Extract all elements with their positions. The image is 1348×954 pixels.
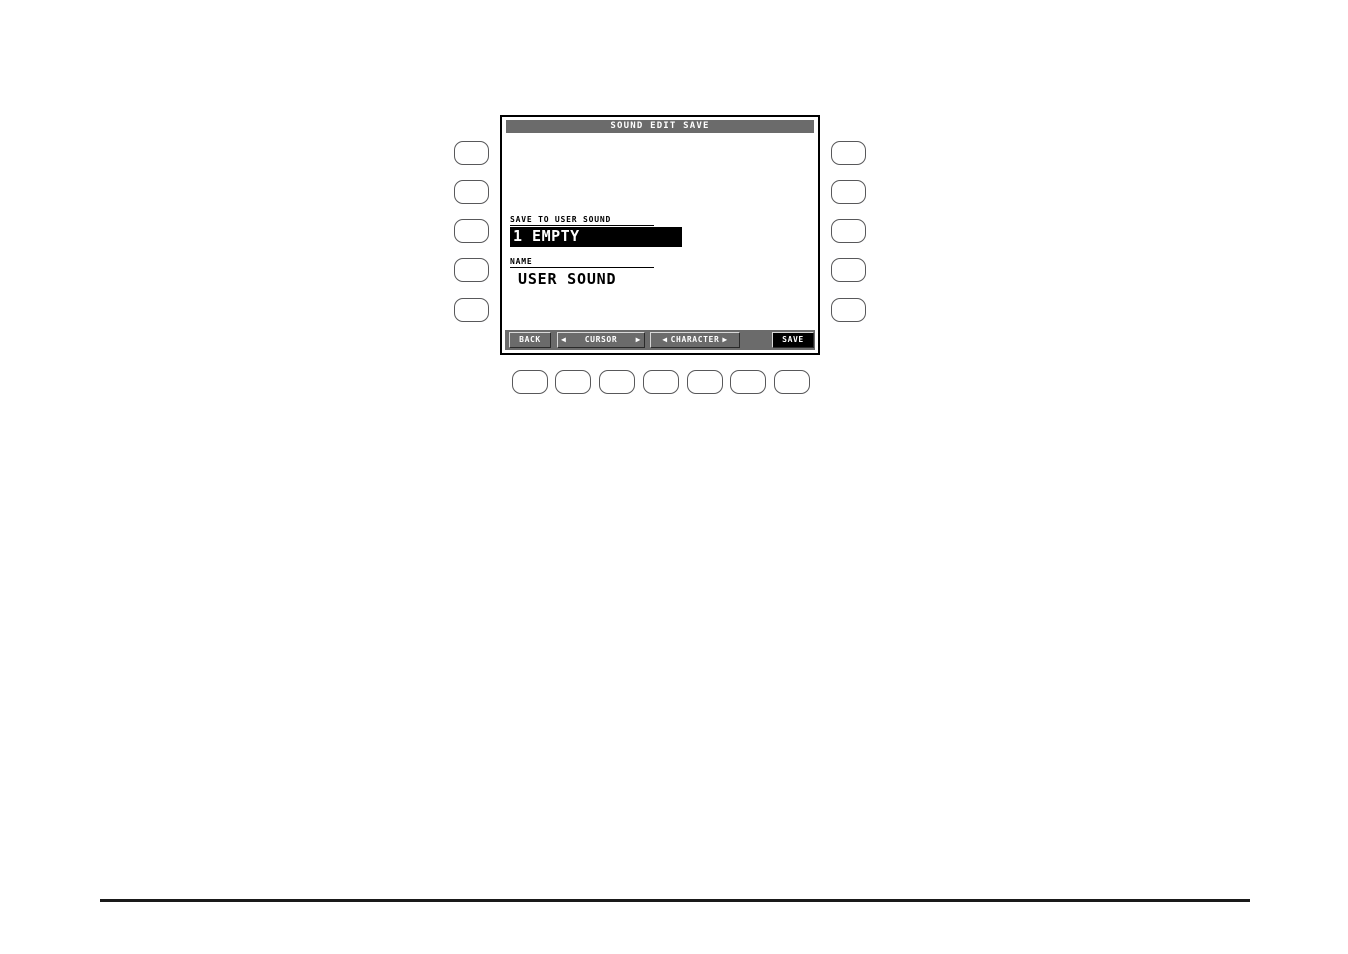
synth-display-panel: SOUND EDIT SAVE SAVE TO USER SOUND 1 EMP… — [440, 108, 880, 408]
cursor-right-arrow-icon[interactable]: ▶ — [636, 336, 641, 344]
field-label-save-to-user-sound: SAVE TO USER SOUND — [510, 215, 612, 224]
character-left-arrow-icon[interactable]: ◀ — [662, 336, 667, 344]
bottom-soft-button-2[interactable] — [555, 370, 591, 394]
lcd-screen: SOUND EDIT SAVE SAVE TO USER SOUND 1 EMP… — [502, 117, 818, 353]
softkey-back-label: BACK — [519, 335, 541, 344]
bottom-soft-button-1[interactable] — [512, 370, 548, 394]
field-value-save-to-user-sound[interactable]: 1 EMPTY — [510, 227, 682, 247]
bottom-soft-button-7[interactable] — [774, 370, 810, 394]
left-soft-button-1[interactable] — [454, 141, 489, 165]
screen-title: SOUND EDIT SAVE — [506, 120, 814, 133]
field-label-name: NAME — [510, 257, 533, 266]
cursor-left-arrow-icon[interactable]: ◀ — [561, 336, 566, 344]
softkey-save-label: SAVE — [782, 335, 804, 344]
field-save-to-user-sound[interactable]: SAVE TO USER SOUND 1 EMPTY — [510, 215, 682, 247]
softkey-cursor[interactable]: ◀ CURSOR ▶ — [557, 332, 645, 348]
page-footer-rule — [100, 899, 1250, 902]
character-right-arrow-icon[interactable]: ▶ — [722, 336, 727, 344]
bottom-soft-button-5[interactable] — [687, 370, 723, 394]
softkey-cursor-label: CURSOR — [584, 335, 618, 344]
bottom-soft-button-6[interactable] — [730, 370, 766, 394]
left-soft-button-2[interactable] — [454, 180, 489, 204]
left-soft-button-4[interactable] — [454, 258, 489, 282]
softkey-character-label: CHARACTER — [670, 335, 720, 344]
field-underline-name — [510, 267, 654, 268]
lcd-bezel: SOUND EDIT SAVE SAVE TO USER SOUND 1 EMP… — [500, 115, 820, 355]
softkey-bar: BACK ◀ CURSOR ▶ ◀ CHARACTER ▶ SAVE — [505, 330, 815, 350]
left-soft-button-3[interactable] — [454, 219, 489, 243]
left-soft-button-5[interactable] — [454, 298, 489, 322]
right-soft-button-1[interactable] — [831, 141, 866, 165]
right-soft-button-2[interactable] — [831, 180, 866, 204]
field-name[interactable]: NAME USER SOUND — [510, 257, 682, 288]
bottom-soft-button-4[interactable] — [643, 370, 679, 394]
right-soft-button-4[interactable] — [831, 258, 866, 282]
right-soft-button-5[interactable] — [831, 298, 866, 322]
softkey-character[interactable]: ◀ CHARACTER ▶ — [650, 332, 740, 348]
bottom-soft-button-3[interactable] — [599, 370, 635, 394]
field-value-name[interactable]: USER SOUND — [510, 270, 682, 288]
field-underline-save-to-user-sound — [510, 225, 654, 226]
softkey-back[interactable]: BACK — [509, 332, 551, 348]
right-soft-button-3[interactable] — [831, 219, 866, 243]
softkey-save[interactable]: SAVE — [772, 332, 814, 348]
